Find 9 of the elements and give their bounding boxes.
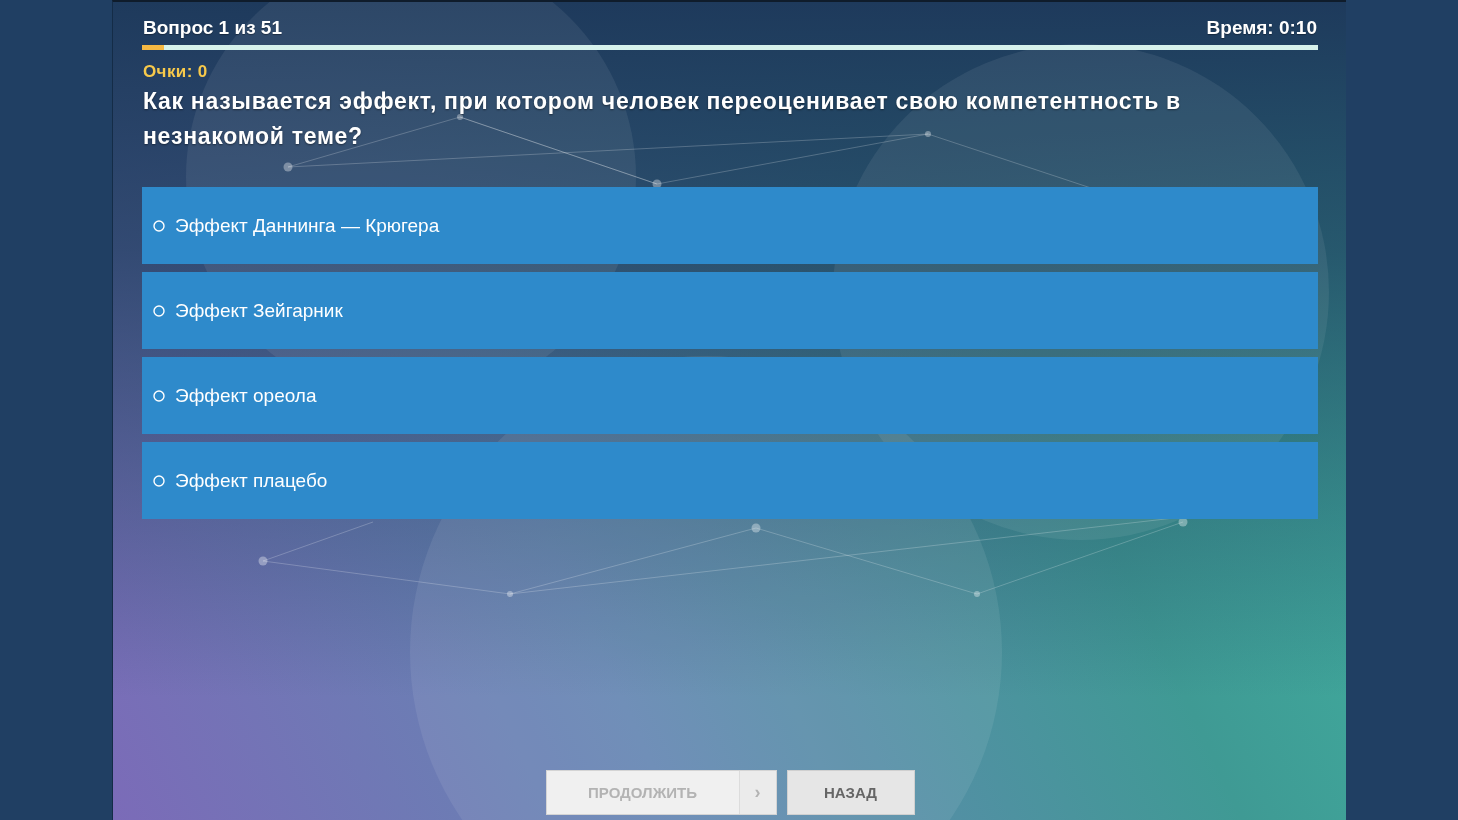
timer-text: Время: 0:10 bbox=[1206, 16, 1317, 39]
answer-option[interactable]: Эффект плацебо bbox=[142, 442, 1318, 519]
answer-option[interactable]: Эффект Даннинга — Крюгера bbox=[142, 187, 1318, 264]
answer-option[interactable]: Эффект ореола bbox=[142, 357, 1318, 434]
question-text: Как называется эффект, при котором человек переоценивает свою компетентность в незнакомой теме? bbox=[142, 87, 1182, 151]
score-text: Очки: 0 bbox=[142, 62, 209, 82]
question-counter: Вопрос 1 из 51 bbox=[143, 16, 282, 39]
answer-option[interactable]: Эффект Зейгарник bbox=[142, 272, 1318, 349]
back-button[interactable]: НАЗАД bbox=[786, 770, 915, 815]
